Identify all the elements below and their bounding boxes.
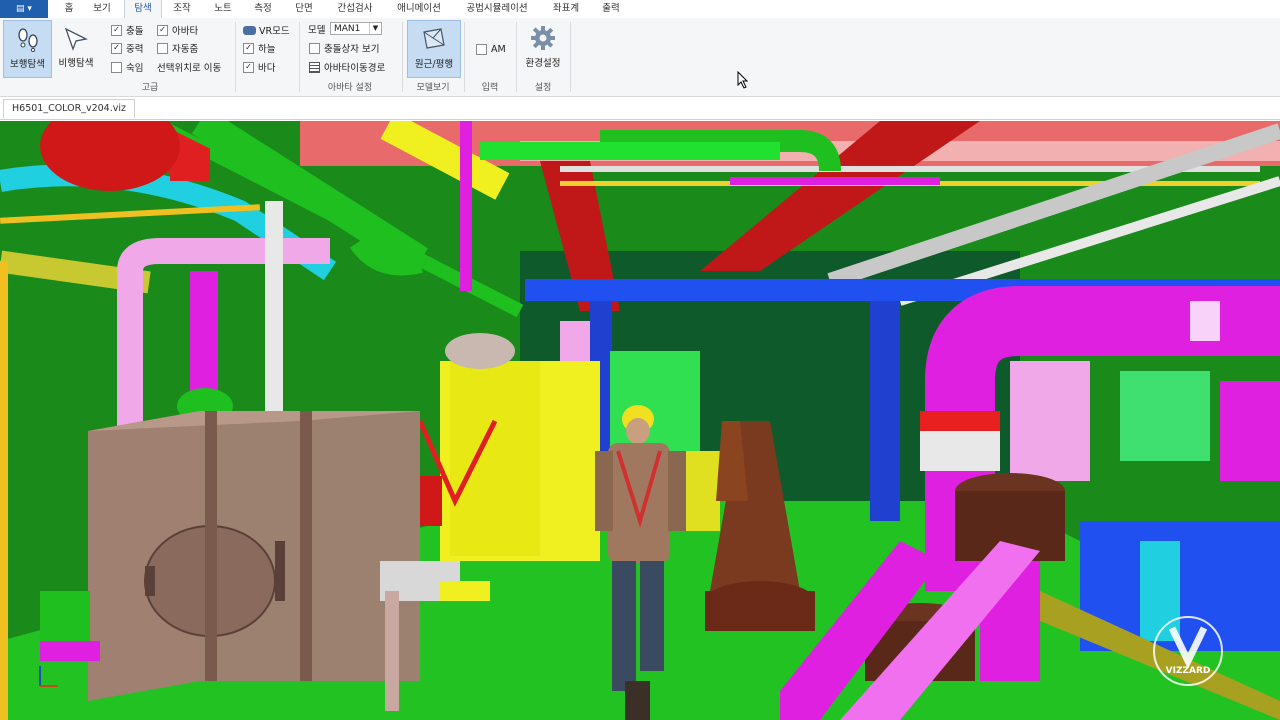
walk-label: 보행탐색 bbox=[10, 59, 45, 70]
group-separator bbox=[464, 22, 465, 92]
avatar-path-label: 아바타이동경로 bbox=[324, 63, 386, 74]
fly-label: 비행탐색 bbox=[58, 58, 94, 69]
tab-manipulate[interactable]: 조작 bbox=[168, 0, 196, 18]
floor-label: 바다 bbox=[258, 63, 276, 74]
group-separator bbox=[235, 22, 236, 92]
group-label-input: 입력 bbox=[481, 83, 499, 93]
auto-zoom-checkbox[interactable]: 자동줌 bbox=[157, 41, 198, 55]
floor-checkbox[interactable]: ✓ 바다 bbox=[243, 60, 275, 74]
collision-label: 충돌 bbox=[126, 26, 144, 37]
grid-icon bbox=[309, 61, 320, 73]
empty-box-icon bbox=[111, 61, 122, 73]
perspective-cube-icon bbox=[419, 25, 449, 53]
am-label: AM bbox=[491, 43, 506, 55]
model-select[interactable]: MAN1 ▼ bbox=[330, 22, 382, 35]
am-checkbox[interactable]: AM bbox=[476, 42, 506, 56]
checkmark-icon: ✓ bbox=[157, 24, 168, 36]
tab-output[interactable]: 출력 bbox=[596, 0, 626, 18]
gravity-checkbox[interactable]: ✓ 중력 bbox=[111, 41, 143, 55]
tab-measure[interactable]: 측정 bbox=[248, 0, 278, 18]
vr-mode-button[interactable]: VR모드 bbox=[243, 23, 290, 37]
gear-icon bbox=[528, 24, 558, 52]
avatar-path-button[interactable]: 아바타이동경로 bbox=[309, 60, 385, 74]
group-label-avatar-settings: 아바타 설정 bbox=[327, 83, 373, 93]
footsteps-icon bbox=[13, 25, 43, 53]
group-separator bbox=[570, 22, 571, 92]
tab-section[interactable]: 단면 bbox=[289, 0, 319, 18]
fly-navigation-button[interactable]: 비행탐색 bbox=[54, 20, 98, 76]
checkmark-icon: ✓ bbox=[243, 42, 254, 54]
group-label-model-view: 모델보기 bbox=[416, 83, 450, 93]
sky-label: 하늘 bbox=[258, 44, 276, 55]
gravity-label: 중력 bbox=[126, 44, 144, 55]
show-collision-box-label: 충돌상자 보기 bbox=[324, 44, 380, 55]
move-to-selection-button[interactable]: 선택위치로 이동 bbox=[157, 60, 221, 74]
menu-bar: ▤ ▾ 홈 보기 탐색 조작 노트 측정 단면 간섭검사 애니메이션 공법시뮬레… bbox=[0, 0, 1280, 19]
model-label-text: 모델 bbox=[308, 25, 326, 36]
checkmark-icon: ✓ bbox=[243, 61, 254, 73]
plant-scene: VIZZARD bbox=[0, 121, 1280, 720]
sky-checkbox[interactable]: ✓ 하늘 bbox=[243, 41, 275, 55]
perspective-label: 원근/평행 bbox=[414, 59, 454, 70]
avatar-label: 아바타 bbox=[172, 26, 199, 37]
3d-viewport[interactable]: VIZZARD bbox=[0, 121, 1280, 720]
model-select-value: MAN1 bbox=[334, 24, 361, 34]
checkmark-icon: ✓ bbox=[111, 42, 122, 54]
group-label-advanced: 고급 bbox=[141, 83, 159, 93]
crouch-checkbox[interactable]: 숙임 bbox=[111, 60, 143, 74]
move-to-selection-label: 선택위치로 이동 bbox=[157, 63, 222, 74]
walk-navigation-button[interactable]: 보행탐색 bbox=[3, 20, 52, 78]
tan-tank bbox=[88, 411, 420, 701]
checkmark-icon: ✓ bbox=[111, 24, 122, 36]
vr-mode-label: VR모드 bbox=[259, 26, 290, 37]
collision-checkbox[interactable]: ✓ 충돌 bbox=[111, 23, 143, 37]
auto-zoom-label: 자동줌 bbox=[172, 44, 199, 55]
document-tab-bar: H6501_COLOR_v204.viz bbox=[0, 97, 1280, 120]
app-menu-icon: ▤ ▾ bbox=[16, 4, 32, 14]
avatar-checkbox[interactable]: ✓ 아바타 bbox=[157, 23, 198, 37]
tab-home[interactable]: 홈 bbox=[58, 0, 80, 18]
document-tab[interactable]: H6501_COLOR_v204.viz bbox=[3, 99, 135, 118]
tab-coordinates[interactable]: 좌표계 bbox=[546, 0, 586, 18]
empty-box-icon bbox=[157, 42, 168, 54]
tab-note[interactable]: 노트 bbox=[208, 0, 238, 18]
tab-view[interactable]: 보기 bbox=[90, 0, 114, 18]
model-label: 모델 bbox=[308, 22, 325, 36]
group-label-settings: 설정 bbox=[534, 83, 552, 93]
empty-box-icon bbox=[309, 42, 320, 54]
crouch-label: 숙임 bbox=[126, 63, 144, 74]
watermark-text: VIZZARD bbox=[1166, 666, 1211, 676]
chevron-down-icon: ▼ bbox=[369, 23, 381, 34]
perspective-parallel-button[interactable]: 원근/평행 bbox=[407, 20, 461, 78]
vr-headset-icon bbox=[243, 25, 256, 35]
app-menu-button[interactable]: ▤ ▾ bbox=[0, 0, 48, 18]
empty-box-icon bbox=[476, 43, 487, 55]
group-separator bbox=[299, 22, 300, 92]
environment-settings-button[interactable]: 환경설정 bbox=[520, 20, 566, 76]
tab-simulation[interactable]: 공법시뮬레이션 bbox=[458, 0, 536, 18]
paper-plane-icon bbox=[61, 24, 91, 52]
ribbon: 보행탐색 비행탐색 ✓ 충돌 ✓ 중력 숙임 ✓ 아바타 자동줌 선택위치로 이동 고… bbox=[0, 18, 1280, 97]
tab-animation[interactable]: 애니메이션 bbox=[390, 0, 448, 18]
mouse-cursor-icon bbox=[737, 70, 749, 92]
tab-navigate[interactable]: 탐색 bbox=[124, 0, 162, 19]
group-separator bbox=[402, 22, 403, 92]
group-separator bbox=[516, 22, 517, 92]
settings-label: 환경설정 bbox=[525, 58, 561, 69]
show-collision-box-checkbox[interactable]: 충돌상자 보기 bbox=[309, 41, 379, 55]
tab-clash[interactable]: 간섭검사 bbox=[330, 0, 380, 18]
